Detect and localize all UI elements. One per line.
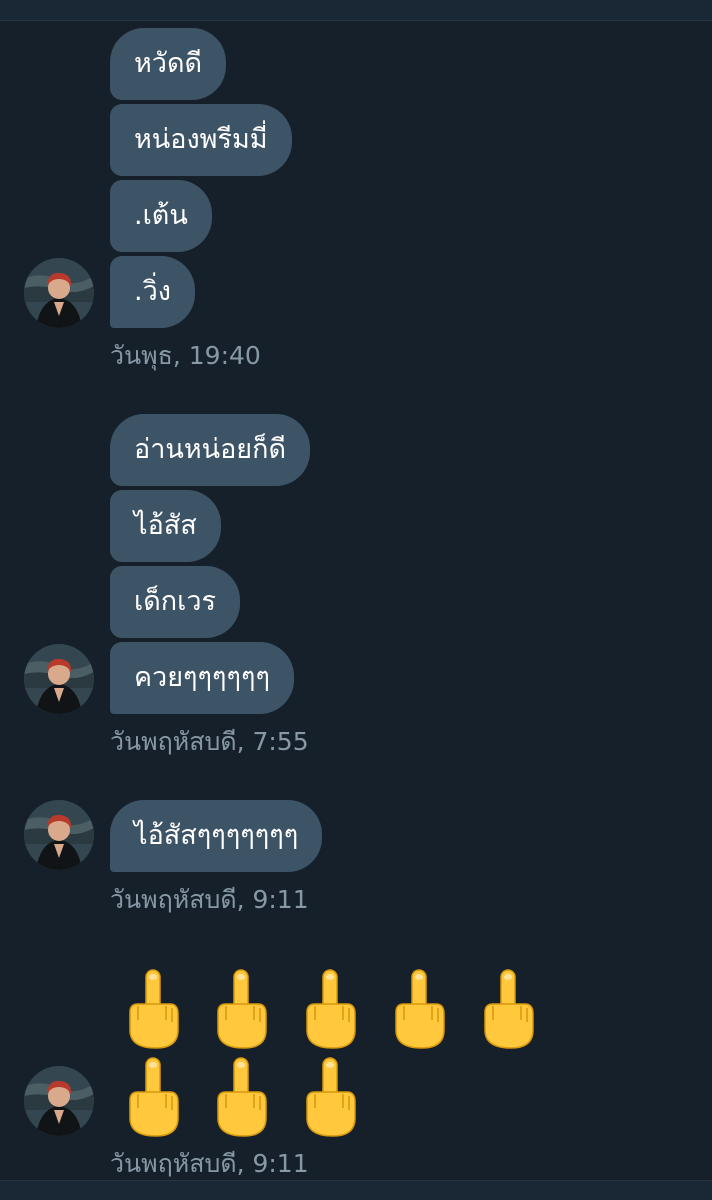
message-bubble[interactable]: ไอ้สัส: [110, 490, 221, 562]
avatar-image: [24, 1066, 94, 1136]
message-bubble[interactable]: ไอ้สัสๆๆๆๆๆๆๆ: [110, 800, 323, 872]
middle-finger-emoji: [479, 968, 539, 1050]
header-bar: [0, 0, 712, 21]
message-timestamp: วันพุธ, 19:40: [110, 341, 261, 370]
message-bubble[interactable]: เด็กเวร: [110, 566, 241, 638]
middle-finger-emoji: [212, 1056, 272, 1138]
message-timestamp: วันพฤหัสบดี, 7:55: [110, 727, 309, 756]
avatar-image: [24, 258, 94, 328]
middle-finger-emoji: [301, 1056, 361, 1138]
message-bubble[interactable]: ควยๆๆๆๆๆๆ: [110, 642, 295, 714]
message-bubble[interactable]: หวัดดี: [110, 28, 227, 100]
avatar[interactable]: [24, 644, 94, 714]
message-timestamp: วันพฤหัสบดี, 9:11: [110, 885, 309, 914]
avatar-image: [24, 644, 94, 714]
avatar[interactable]: [24, 800, 94, 870]
message-bubble[interactable]: .เต้น: [110, 180, 212, 252]
footer-bar: [0, 1180, 712, 1200]
middle-finger-emoji: [124, 1056, 184, 1138]
message-bubble[interactable]: .วิ่ง: [110, 256, 195, 328]
avatar[interactable]: [24, 258, 94, 328]
middle-finger-emoji: [212, 968, 272, 1050]
message-bubble[interactable]: หน่องพรีมมี่: [110, 104, 292, 176]
middle-finger-emoji: [301, 968, 361, 1050]
avatar[interactable]: [24, 1066, 94, 1136]
avatar-image: [24, 800, 94, 870]
middle-finger-emoji: [390, 968, 450, 1050]
message-timestamp: วันพฤหัสบดี, 9:11: [110, 1149, 309, 1178]
middle-finger-emoji: [124, 968, 184, 1050]
message-bubble[interactable]: อ่านหน่อยก็ดี: [110, 414, 311, 486]
